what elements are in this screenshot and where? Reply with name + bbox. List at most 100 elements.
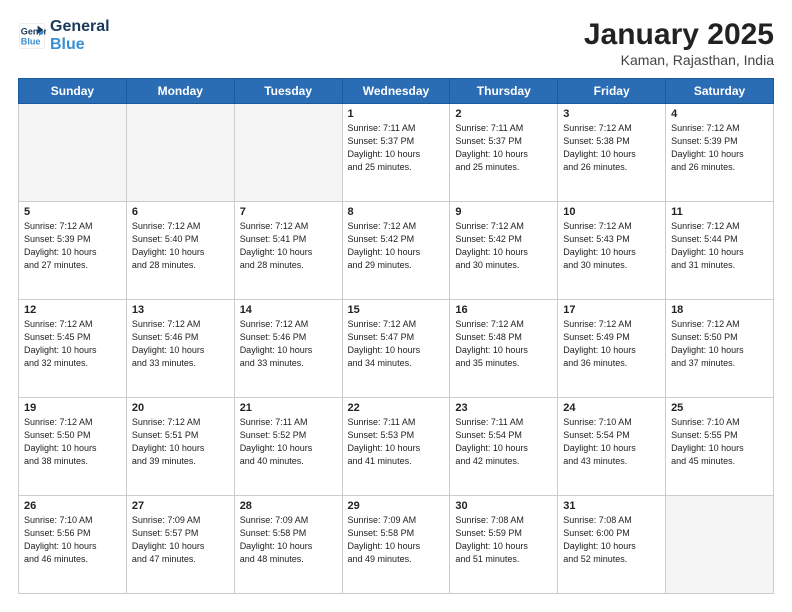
day-number: 4 bbox=[671, 108, 768, 120]
calendar-cell: 24 Sunrise: 7:10 AMSunset: 5:54 PMDayligh… bbox=[558, 398, 666, 496]
day-number: 3 bbox=[563, 108, 660, 120]
location: Kaman, Rajasthan, India bbox=[584, 52, 774, 68]
calendar-cell: 21 Sunrise: 7:11 AMSunset: 5:52 PMDayligh… bbox=[234, 398, 342, 496]
calendar-cell: 2 Sunrise: 7:11 AMSunset: 5:37 PMDaylight… bbox=[450, 104, 558, 202]
calendar-cell: 31 Sunrise: 7:08 AMSunset: 6:00 PMDayligh… bbox=[558, 496, 666, 594]
day-number: 17 bbox=[563, 304, 660, 316]
week-row: 12 Sunrise: 7:12 AMSunset: 5:45 PMDayligh… bbox=[19, 300, 774, 398]
day-info: Sunrise: 7:12 AMSunset: 5:43 PMDaylight:… bbox=[563, 220, 660, 272]
day-number: 10 bbox=[563, 206, 660, 218]
day-number: 6 bbox=[132, 206, 229, 218]
weekday-header-cell: Saturday bbox=[666, 79, 774, 104]
day-number: 15 bbox=[348, 304, 445, 316]
day-info: Sunrise: 7:12 AMSunset: 5:45 PMDaylight:… bbox=[24, 318, 121, 370]
logo-icon: General Blue bbox=[18, 22, 46, 50]
calendar-cell: 16 Sunrise: 7:12 AMSunset: 5:48 PMDayligh… bbox=[450, 300, 558, 398]
week-row: 19 Sunrise: 7:12 AMSunset: 5:50 PMDayligh… bbox=[19, 398, 774, 496]
day-info: Sunrise: 7:08 AMSunset: 5:59 PMDaylight:… bbox=[455, 514, 552, 566]
calendar-cell bbox=[666, 496, 774, 594]
calendar-cell: 25 Sunrise: 7:10 AMSunset: 5:55 PMDayligh… bbox=[666, 398, 774, 496]
day-info: Sunrise: 7:12 AMSunset: 5:47 PMDaylight:… bbox=[348, 318, 445, 370]
day-number: 14 bbox=[240, 304, 337, 316]
logo: General Blue General Blue bbox=[18, 18, 110, 55]
day-number: 28 bbox=[240, 500, 337, 512]
calendar-cell: 12 Sunrise: 7:12 AMSunset: 5:45 PMDayligh… bbox=[19, 300, 127, 398]
svg-text:Blue: Blue bbox=[21, 37, 41, 47]
calendar-cell bbox=[234, 104, 342, 202]
day-number: 12 bbox=[24, 304, 121, 316]
calendar-cell: 20Sunrise: 7:12 AMSunset: 5:51 PMDayligh… bbox=[126, 398, 234, 496]
week-row: 1 Sunrise: 7:11 AMSunset: 5:37 PMDaylight… bbox=[19, 104, 774, 202]
day-info: Sunrise: 7:12 AMSunset: 5:51 PMDaylight:… bbox=[132, 416, 229, 468]
day-number: 29 bbox=[348, 500, 445, 512]
day-info: Sunrise: 7:12 AMSunset: 5:42 PMDaylight:… bbox=[455, 220, 552, 272]
day-info: Sunrise: 7:11 AMSunset: 5:54 PMDaylight:… bbox=[455, 416, 552, 468]
day-number: 22 bbox=[348, 402, 445, 414]
calendar-cell: 7 Sunrise: 7:12 AMSunset: 5:41 PMDaylight… bbox=[234, 202, 342, 300]
day-number: 7 bbox=[240, 206, 337, 218]
day-info: Sunrise: 7:09 AMSunset: 5:58 PMDaylight:… bbox=[348, 514, 445, 566]
day-info: Sunrise: 7:12 AMSunset: 5:50 PMDaylight:… bbox=[24, 416, 121, 468]
week-row: 26 Sunrise: 7:10 AMSunset: 5:56 PMDayligh… bbox=[19, 496, 774, 594]
day-info: Sunrise: 7:10 AMSunset: 5:55 PMDaylight:… bbox=[671, 416, 768, 468]
calendar-cell: 9Sunrise: 7:12 AMSunset: 5:42 PMDaylight… bbox=[450, 202, 558, 300]
day-info: Sunrise: 7:12 AMSunset: 5:39 PMDaylight:… bbox=[671, 122, 768, 174]
calendar-cell: 13 Sunrise: 7:12 AMSunset: 5:46 PMDayligh… bbox=[126, 300, 234, 398]
day-number: 30 bbox=[455, 500, 552, 512]
day-number: 2 bbox=[455, 108, 552, 120]
day-number: 19 bbox=[24, 402, 121, 414]
calendar-table: SundayMondayTuesdayWednesdayThursdayFrid… bbox=[18, 78, 774, 594]
calendar-cell: 10 Sunrise: 7:12 AMSunset: 5:43 PMDayligh… bbox=[558, 202, 666, 300]
day-number: 5 bbox=[24, 206, 121, 218]
day-number: 25 bbox=[671, 402, 768, 414]
calendar-cell bbox=[126, 104, 234, 202]
page: General Blue General Blue January 2025 K… bbox=[0, 0, 792, 612]
calendar-cell: 30 Sunrise: 7:08 AMSunset: 5:59 PMDayligh… bbox=[450, 496, 558, 594]
day-number: 8 bbox=[348, 206, 445, 218]
day-number: 31 bbox=[563, 500, 660, 512]
calendar-body: 1 Sunrise: 7:11 AMSunset: 5:37 PMDaylight… bbox=[19, 104, 774, 594]
day-number: 13 bbox=[132, 304, 229, 316]
day-info: Sunrise: 7:11 AMSunset: 5:37 PMDaylight:… bbox=[455, 122, 552, 174]
day-number: 18 bbox=[671, 304, 768, 316]
day-number: 21 bbox=[240, 402, 337, 414]
day-info: Sunrise: 7:12 AMSunset: 5:39 PMDaylight:… bbox=[24, 220, 121, 272]
day-number: 24 bbox=[563, 402, 660, 414]
calendar-cell: 6Sunrise: 7:12 AMSunset: 5:40 PMDaylight… bbox=[126, 202, 234, 300]
calendar-cell: 5 Sunrise: 7:12 AMSunset: 5:39 PMDaylight… bbox=[19, 202, 127, 300]
day-info: Sunrise: 7:12 AMSunset: 5:49 PMDaylight:… bbox=[563, 318, 660, 370]
day-info: Sunrise: 7:12 AMSunset: 5:46 PMDaylight:… bbox=[132, 318, 229, 370]
weekday-header-cell: Wednesday bbox=[342, 79, 450, 104]
calendar-cell: 1Sunrise: 7:11 AMSunset: 5:37 PMDaylight… bbox=[342, 104, 450, 202]
day-info: Sunrise: 7:09 AMSunset: 5:57 PMDaylight:… bbox=[132, 514, 229, 566]
calendar-cell: 28Sunrise: 7:09 AMSunset: 5:58 PMDayligh… bbox=[234, 496, 342, 594]
weekday-header-cell: Tuesday bbox=[234, 79, 342, 104]
weekday-header-cell: Monday bbox=[126, 79, 234, 104]
day-info: Sunrise: 7:12 AMSunset: 5:48 PMDaylight:… bbox=[455, 318, 552, 370]
day-number: 23 bbox=[455, 402, 552, 414]
title-section: January 2025 Kaman, Rajasthan, India bbox=[584, 18, 774, 68]
calendar-cell: 23 Sunrise: 7:11 AMSunset: 5:54 PMDayligh… bbox=[450, 398, 558, 496]
calendar-cell: 29 Sunrise: 7:09 AMSunset: 5:58 PMDayligh… bbox=[342, 496, 450, 594]
calendar-cell: 4 Sunrise: 7:12 AMSunset: 5:39 PMDaylight… bbox=[666, 104, 774, 202]
month-title: January 2025 bbox=[584, 18, 774, 52]
day-info: Sunrise: 7:11 AMSunset: 5:52 PMDaylight:… bbox=[240, 416, 337, 468]
day-number: 1 bbox=[348, 108, 445, 120]
day-info: Sunrise: 7:10 AMSunset: 5:54 PMDaylight:… bbox=[563, 416, 660, 468]
day-number: 26 bbox=[24, 500, 121, 512]
weekday-header-cell: Sunday bbox=[19, 79, 127, 104]
weekday-header-cell: Thursday bbox=[450, 79, 558, 104]
week-row: 5 Sunrise: 7:12 AMSunset: 5:39 PMDaylight… bbox=[19, 202, 774, 300]
day-info: Sunrise: 7:12 AMSunset: 5:44 PMDaylight:… bbox=[671, 220, 768, 272]
calendar-cell: 19 Sunrise: 7:12 AMSunset: 5:50 PMDayligh… bbox=[19, 398, 127, 496]
day-info: Sunrise: 7:12 AMSunset: 5:46 PMDaylight:… bbox=[240, 318, 337, 370]
calendar-cell: 14 Sunrise: 7:12 AMSunset: 5:46 PMDayligh… bbox=[234, 300, 342, 398]
day-info: Sunrise: 7:12 AMSunset: 5:41 PMDaylight:… bbox=[240, 220, 337, 272]
day-info: Sunrise: 7:12 AMSunset: 5:38 PMDaylight:… bbox=[563, 122, 660, 174]
day-number: 11 bbox=[671, 206, 768, 218]
day-number: 16 bbox=[455, 304, 552, 316]
day-info: Sunrise: 7:10 AMSunset: 5:56 PMDaylight:… bbox=[24, 514, 121, 566]
weekday-header-cell: Friday bbox=[558, 79, 666, 104]
day-info: Sunrise: 7:08 AMSunset: 6:00 PMDaylight:… bbox=[563, 514, 660, 566]
day-number: 27 bbox=[132, 500, 229, 512]
